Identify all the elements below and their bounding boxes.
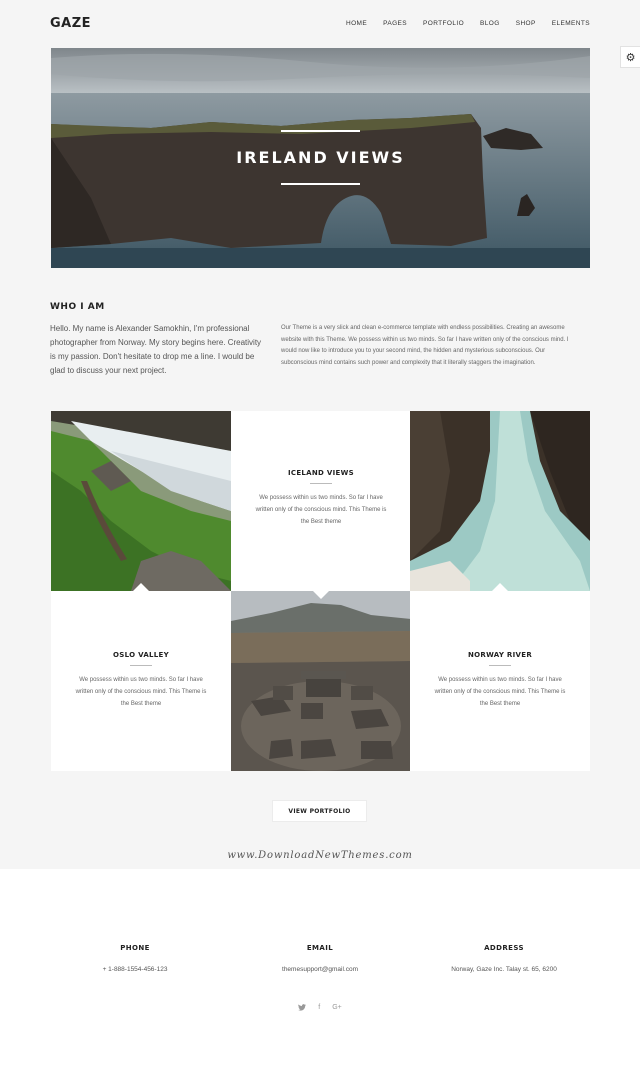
watermark: www.DownloadNewThemes.com — [227, 850, 413, 861]
portfolio-grid: ICELAND VIEWS We possess within us two m… — [51, 411, 590, 771]
facebook-icon[interactable]: f — [318, 1004, 320, 1013]
about-title: WHO I AM — [50, 302, 105, 312]
hero-divider-bottom — [281, 183, 360, 185]
nav-item-shop[interactable]: SHOP — [516, 20, 536, 27]
card-title: OSLO VALLEY — [112, 651, 170, 659]
about-description: Our Theme is a very slick and clean e-co… — [281, 325, 569, 366]
card-text: We possess within us two minds. So far I… — [255, 495, 387, 525]
card-text: We possess within us two minds. So far I… — [434, 677, 566, 707]
email-value[interactable]: themesupport@gmail.com — [230, 966, 410, 973]
hero-title: IRELAND VIEWS — [236, 148, 405, 167]
nav-item-elements[interactable]: ELEMENTS — [552, 20, 590, 27]
contact-address: ADDRESS Norway, Gaze Inc. Talay st. 65, … — [414, 944, 594, 973]
contact-email: EMAIL themesupport@gmail.com — [230, 944, 410, 973]
portfolio-card-norway[interactable]: NORWAY RIVER We possess within us two mi… — [410, 591, 590, 771]
address-title: ADDRESS — [484, 944, 524, 952]
card-title: ICELAND VIEWS — [288, 469, 354, 477]
site-footer: PHONE + 1-888-1554-456-123 EMAIL themesu… — [0, 869, 640, 1084]
phone-title: PHONE — [120, 944, 150, 952]
nav-item-pages[interactable]: PAGES — [383, 20, 407, 27]
site-header: GAZE HOME PAGES PORTFOLIO BLOG SHOP ELEM… — [0, 0, 640, 48]
river-aerial-photo[interactable] — [410, 411, 590, 591]
hero-banner: IRELAND VIEWS — [51, 48, 590, 268]
nav-item-blog[interactable]: BLOG — [480, 20, 500, 27]
main-nav: HOME PAGES PORTFOLIO BLOG SHOP ELEMENTS — [346, 20, 590, 27]
address-value: Norway, Gaze Inc. Talay st. 65, 6200 — [451, 966, 557, 973]
card-pointer — [492, 583, 508, 591]
hero-divider-top — [281, 130, 360, 132]
phone-value[interactable]: + 1-888-1554-456-123 — [45, 966, 225, 973]
about-intro: Hello. My name is Alexander Samokhin, I'… — [50, 324, 262, 375]
card-divider — [130, 665, 152, 666]
card-divider — [310, 483, 332, 484]
stone-seats-photo[interactable] — [231, 591, 411, 771]
card-title: NORWAY RIVER — [467, 651, 533, 659]
contact-phone: PHONE + 1-888-1554-456-123 — [45, 944, 225, 973]
card-divider — [489, 665, 511, 666]
gear-icon[interactable]: ⚙ — [620, 46, 640, 68]
waterfall-photo[interactable] — [51, 411, 231, 591]
card-text: We possess within us two minds. So far I… — [75, 677, 207, 707]
card-pointer — [133, 583, 149, 591]
card-pointer — [313, 591, 329, 599]
view-portfolio-button[interactable]: VIEW PORTFOLIO — [272, 800, 367, 822]
portfolio-card-oslo[interactable]: OSLO VALLEY We possess within us two min… — [51, 591, 231, 771]
nav-item-portfolio[interactable]: PORTFOLIO — [423, 20, 464, 27]
twitter-icon[interactable] — [298, 1004, 307, 1013]
nav-item-home[interactable]: HOME — [346, 20, 367, 27]
portfolio-card-iceland[interactable]: ICELAND VIEWS We possess within us two m… — [231, 411, 411, 591]
social-links: f G+ — [0, 1004, 640, 1013]
google-plus-icon[interactable]: G+ — [332, 1004, 342, 1013]
email-title: EMAIL — [306, 944, 334, 952]
site-logo[interactable]: GAZE — [50, 16, 91, 31]
